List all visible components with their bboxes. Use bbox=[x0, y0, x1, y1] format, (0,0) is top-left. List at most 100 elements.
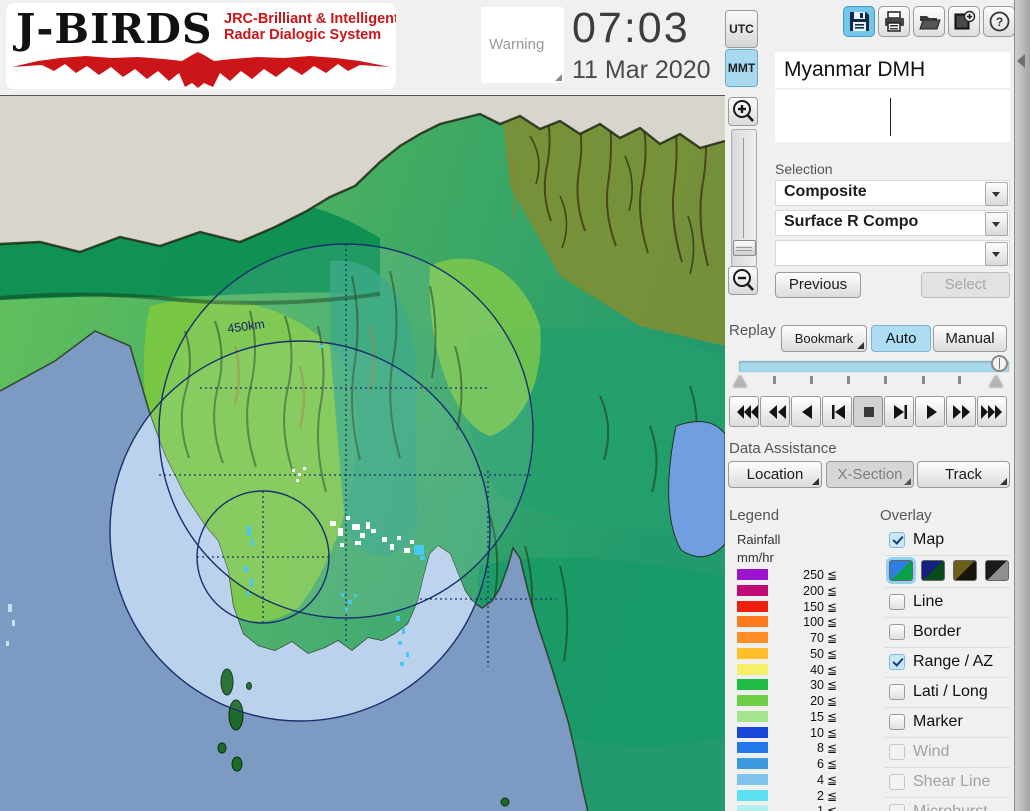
rewind-button[interactable] bbox=[760, 396, 790, 427]
utc-button[interactable]: UTC bbox=[725, 10, 758, 48]
print-button[interactable] bbox=[878, 6, 910, 37]
fast-rewind-button[interactable] bbox=[729, 396, 759, 427]
location-button-label: Location bbox=[746, 466, 804, 483]
map-zoom-control bbox=[728, 97, 760, 295]
panel-collapse-gutter[interactable] bbox=[1014, 0, 1030, 811]
map-viewport[interactable]: 450km bbox=[0, 95, 725, 811]
play-reverse-button[interactable] bbox=[791, 396, 821, 427]
chevron-down-icon[interactable] bbox=[985, 212, 1008, 236]
legend-row: 250 ≦ bbox=[737, 568, 842, 582]
legend-color-swatch bbox=[737, 710, 768, 722]
legend-row: 6 ≦ bbox=[737, 757, 842, 771]
station-name[interactable]: Myanmar DMH bbox=[775, 52, 1010, 88]
x-section-button[interactable]: X-Section bbox=[826, 461, 914, 488]
checkbox bbox=[889, 804, 905, 811]
zoom-out-button[interactable] bbox=[728, 266, 758, 295]
logo-tagline-line1: JRC-Brilliant & Intelligent bbox=[224, 11, 396, 27]
legend-value: 150 bbox=[803, 599, 824, 614]
zoom-in-icon bbox=[733, 100, 754, 122]
legend-row: 50 ≦ bbox=[737, 647, 842, 661]
overlay-label: Overlay bbox=[880, 507, 932, 524]
legend-value: 70 bbox=[810, 631, 824, 645]
replay-slider-track[interactable] bbox=[738, 360, 1010, 373]
legend-value: 1 bbox=[773, 804, 824, 811]
text-cursor bbox=[890, 98, 891, 136]
previous-button[interactable]: Previous bbox=[775, 272, 861, 298]
save-button[interactable] bbox=[843, 6, 875, 37]
forward-icon bbox=[953, 405, 970, 419]
overlay-item-map: Map bbox=[885, 526, 1010, 555]
checkbox[interactable] bbox=[889, 684, 905, 700]
slider-tick bbox=[773, 376, 776, 384]
slider-start-marker[interactable] bbox=[733, 375, 747, 387]
manual-button[interactable]: Manual bbox=[933, 325, 1007, 352]
selection-label: Selection bbox=[775, 161, 833, 177]
select-button[interactable]: Select bbox=[921, 272, 1010, 298]
help-button[interactable]: ? bbox=[983, 6, 1015, 37]
selection-combo-2[interactable]: Surface R Compo bbox=[775, 210, 1010, 236]
track-button[interactable]: Track bbox=[917, 461, 1010, 488]
warning-panel[interactable]: Warning bbox=[481, 7, 564, 83]
zoom-in-button[interactable] bbox=[728, 97, 758, 126]
legend-le-symbol: ≦ bbox=[827, 631, 838, 645]
station-text-field[interactable] bbox=[775, 90, 1010, 142]
stop-button[interactable] bbox=[853, 396, 883, 427]
zoom-slider-track[interactable] bbox=[731, 129, 757, 267]
fast-forward-button[interactable] bbox=[977, 396, 1007, 427]
legend-le-symbol: ≦ bbox=[827, 615, 838, 630]
legend-color-swatch bbox=[737, 695, 768, 706]
slider-end-marker[interactable] bbox=[989, 375, 1003, 387]
legend-label: Legend bbox=[729, 507, 780, 524]
legend-value: 250 bbox=[803, 568, 824, 582]
step-back-button[interactable] bbox=[822, 396, 852, 427]
chevron-down-icon[interactable] bbox=[985, 182, 1008, 206]
replay-slider-thumb[interactable] bbox=[991, 355, 1008, 372]
logo-tagline-line2: Radar Dialogic System bbox=[224, 27, 382, 43]
auto-button[interactable]: Auto bbox=[871, 325, 931, 352]
chevron-down-icon[interactable] bbox=[985, 242, 1008, 266]
checkbox[interactable] bbox=[889, 594, 905, 610]
overlay-item-label: Wind bbox=[913, 743, 950, 760]
checkbox bbox=[889, 774, 905, 790]
overlay-list: Map Line Border Range / AZ Lati / Long Marker… bbox=[885, 526, 1010, 811]
legend-row: 2 ≦ bbox=[737, 789, 842, 803]
selection-combo-1[interactable]: Composite bbox=[775, 180, 1010, 206]
zoom-slider-thumb[interactable] bbox=[733, 240, 756, 256]
step-forward-button[interactable] bbox=[884, 396, 914, 427]
bookmark-button[interactable]: Bookmark bbox=[781, 325, 867, 352]
legend-le-symbol: ≦ bbox=[827, 662, 838, 677]
map-style-swatch-3[interactable] bbox=[953, 560, 977, 581]
location-button[interactable]: Location bbox=[728, 461, 822, 488]
checkbox[interactable] bbox=[889, 624, 905, 640]
add-image-icon bbox=[954, 10, 976, 30]
legend-unit-line2: mm/hr bbox=[737, 550, 774, 565]
legend-le-symbol: ≦ bbox=[827, 583, 838, 598]
legend-le-symbol: ≦ bbox=[827, 757, 838, 771]
play-button[interactable] bbox=[915, 396, 945, 427]
map-style-swatch-2[interactable] bbox=[921, 560, 945, 581]
slider-tick bbox=[810, 376, 813, 384]
checkbox[interactable] bbox=[889, 532, 905, 548]
slider-tick bbox=[847, 376, 850, 384]
checkbox bbox=[889, 744, 905, 760]
map-style-swatch-4[interactable] bbox=[985, 560, 1009, 581]
collapse-arrow-icon[interactable] bbox=[1017, 54, 1025, 68]
checkbox[interactable] bbox=[889, 654, 905, 670]
legend-color-swatch bbox=[737, 647, 768, 659]
legend-le-symbol: ≦ bbox=[827, 788, 838, 803]
slider-tick bbox=[958, 376, 961, 384]
forward-button[interactable] bbox=[946, 396, 976, 427]
legend-row: 20 ≦ bbox=[737, 694, 842, 708]
legend-value: 8 bbox=[817, 741, 824, 756]
legend-color-swatch bbox=[737, 726, 768, 738]
legend-value: 2 bbox=[817, 788, 824, 803]
mmt-button[interactable]: MMT bbox=[725, 49, 758, 87]
checkbox[interactable] bbox=[889, 714, 905, 730]
overlay-item-wind: Wind bbox=[885, 737, 1010, 767]
open-folder-button[interactable] bbox=[913, 6, 945, 37]
selection-combo-3[interactable] bbox=[775, 240, 1010, 266]
add-image-button[interactable] bbox=[948, 6, 980, 37]
right-panel: Myanmar DMH Selection Composite Surface … bbox=[725, 52, 1014, 811]
fast-forward-icon bbox=[981, 405, 1002, 419]
map-style-swatch-1[interactable] bbox=[889, 560, 913, 581]
